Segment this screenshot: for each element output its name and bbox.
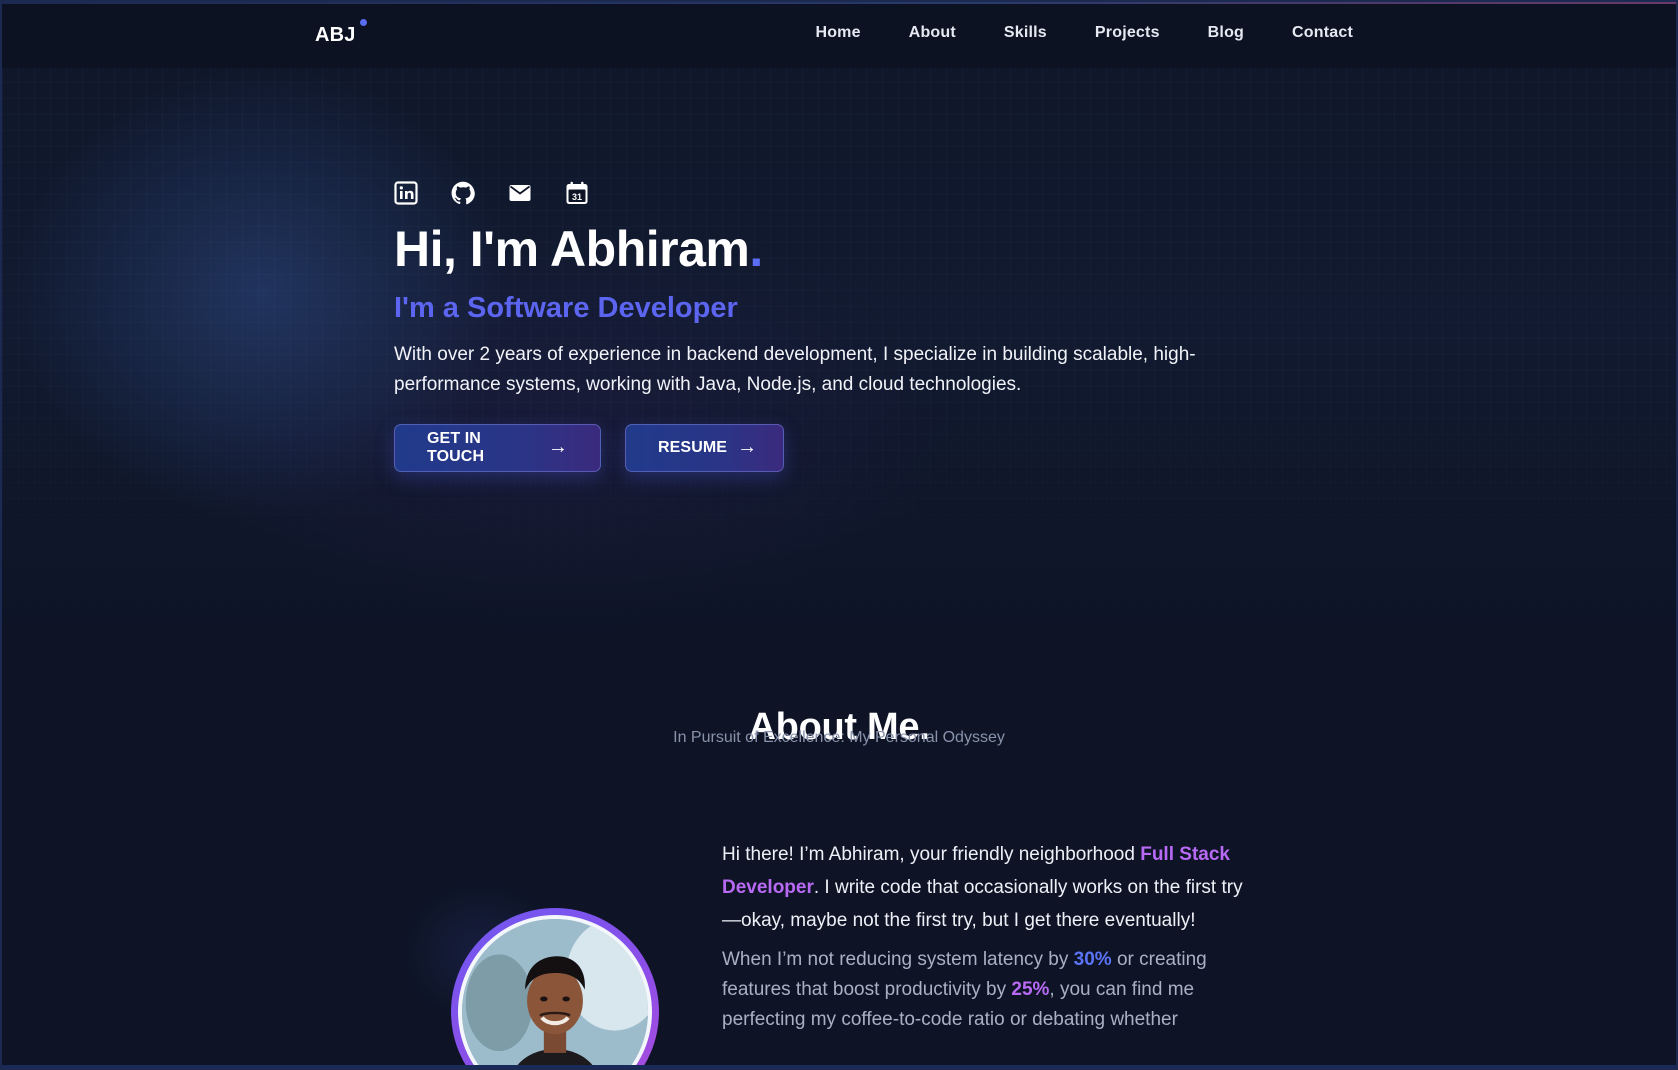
github-icon[interactable] xyxy=(451,181,475,205)
hero-section: 31 Hi, I'm Abhiram. I'm a Software Devel… xyxy=(394,178,1274,472)
resume-button[interactable]: RESUME → xyxy=(625,423,784,472)
page: ABJ Home About Skills Projects Blog Cont… xyxy=(0,0,1678,1070)
arrow-right-icon: → xyxy=(737,436,758,459)
about-p1-intro: Hi there! I’m Abhiram, your friendly nei… xyxy=(722,844,1141,865)
hero-description: With over 2 years of experience in backe… xyxy=(394,343,1196,395)
get-in-touch-label: GET IN TOUCH xyxy=(427,429,485,465)
hero-subtitle: I'm a Software Developer xyxy=(394,292,738,324)
hero-title-text: Hi, I'm Abhiram xyxy=(394,221,750,277)
hero-title-dot: . xyxy=(749,221,763,277)
about-text: Hi there! I’m Abhiram, your friendly nei… xyxy=(722,838,1252,1035)
nav-link-blog[interactable]: Blog xyxy=(1208,24,1244,42)
navbar: ABJ Home About Skills Projects Blog Cont… xyxy=(2,2,1676,68)
site-logo[interactable]: ABJ xyxy=(315,24,356,47)
top-accent-line xyxy=(2,2,1676,4)
nav-link-about[interactable]: About xyxy=(909,24,956,42)
stat-productivity: 25% xyxy=(1011,979,1050,1000)
logo-dot xyxy=(360,19,367,26)
nav-link-contact[interactable]: Contact xyxy=(1292,24,1353,42)
about-p2-part-a: When I’m not reducing system latency by xyxy=(722,949,1074,970)
nav-link-projects[interactable]: Projects xyxy=(1095,24,1160,42)
mail-icon[interactable] xyxy=(508,181,532,205)
calendar-day-text: 31 xyxy=(572,192,582,202)
nav-link-skills[interactable]: Skills xyxy=(1004,24,1047,42)
about-paragraph-1: Hi there! I’m Abhiram, your friendly nei… xyxy=(722,838,1252,937)
hero-buttons: GET IN TOUCH → RESUME → xyxy=(394,423,1274,472)
linkedin-icon[interactable] xyxy=(394,181,418,205)
hero-title: Hi, I'm Abhiram. xyxy=(394,222,1274,277)
profile-photo xyxy=(462,919,648,1068)
resume-label: RESUME xyxy=(658,438,728,456)
about-paragraph-2: When I’m not reducing system latency by … xyxy=(722,945,1252,1035)
stat-latency: 30% xyxy=(1073,949,1112,970)
get-in-touch-button[interactable]: GET IN TOUCH → xyxy=(394,423,601,472)
nav-links: Home About Skills Projects Blog Contact xyxy=(767,24,1353,42)
social-links: 31 xyxy=(394,178,1274,208)
about-subheading: In Pursuit of Excellence: My Personal Od… xyxy=(673,729,1005,746)
bottom-edge xyxy=(2,1065,1676,1068)
nav-link-home[interactable]: Home xyxy=(815,24,860,42)
avatar-border xyxy=(458,915,652,1068)
calendar-icon[interactable]: 31 xyxy=(565,181,589,205)
arrow-right-icon: → xyxy=(547,436,568,459)
